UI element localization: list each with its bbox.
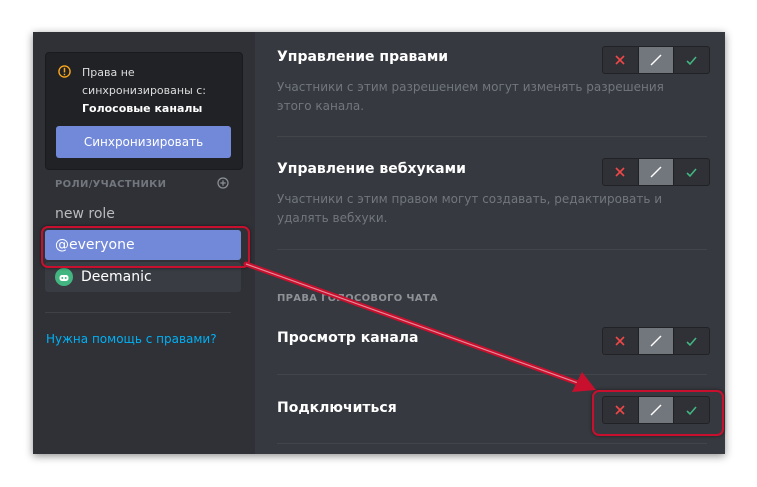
perm-manage-webhooks-title: Управление вебхуками (277, 161, 466, 177)
perm-view-channel-title: Просмотр канала (277, 330, 419, 346)
allow-button[interactable] (674, 47, 709, 73)
warning-icon (58, 65, 71, 78)
deny-button[interactable] (603, 328, 638, 354)
cross-icon (615, 336, 625, 346)
check-icon (686, 336, 697, 346)
cross-icon (615, 167, 625, 177)
allow-button[interactable] (674, 328, 709, 354)
sync-notice-label: Права не синхронизированы с: (82, 66, 207, 97)
perm-manage-permissions-title: Управление правами (277, 49, 449, 65)
manage-webhooks-toggle (602, 158, 710, 186)
perm-manage-permissions-desc: Участники с этим разрешением могут измен… (277, 80, 664, 113)
separator (277, 443, 707, 444)
plus-circle-icon[interactable] (217, 177, 229, 189)
sidebar-divider (45, 312, 231, 313)
deny-button[interactable] (603, 159, 638, 185)
separator (277, 249, 707, 250)
deny-button[interactable] (603, 47, 638, 73)
neutral-button[interactable] (637, 328, 675, 354)
perm-connect-title: Подключиться (277, 400, 397, 416)
view-channel-toggle (602, 327, 710, 355)
check-icon (686, 167, 697, 177)
sync-channel-name: Голосовые каналы (82, 102, 203, 115)
allow-button[interactable] (674, 159, 709, 185)
roles-header: РОЛИ/УЧАСТНИКИ (55, 179, 167, 190)
slash-icon (650, 54, 662, 66)
slash-icon (650, 166, 662, 178)
sync-notice-text: Права не синхронизированы с: Голосовые к… (82, 64, 238, 118)
slash-icon (650, 335, 662, 347)
cross-icon (615, 55, 625, 65)
separator (277, 374, 707, 375)
sync-notice-box: Права не синхронизированы с: Голосовые к… (45, 52, 243, 170)
role-new-role[interactable]: new role (45, 199, 241, 229)
neutral-button[interactable] (637, 159, 675, 185)
everyone-highlight-frame (41, 226, 250, 268)
member-name: Deemanic (81, 269, 152, 285)
separator (277, 136, 707, 137)
check-icon (686, 55, 697, 65)
voice-section-header: ПРАВА ГОЛОСОВОГО ЧАТА (277, 293, 438, 304)
sync-button[interactable]: Синхронизировать (56, 126, 231, 158)
manage-permissions-toggle (602, 46, 710, 74)
perm-manage-webhooks-desc: Участники с этим правом могут создавать,… (277, 192, 663, 225)
discord-icon (55, 268, 73, 286)
help-link[interactable]: Нужна помощь с правами? (46, 332, 217, 346)
neutral-button[interactable] (637, 47, 675, 73)
connect-toggle-highlight-frame (592, 390, 724, 436)
